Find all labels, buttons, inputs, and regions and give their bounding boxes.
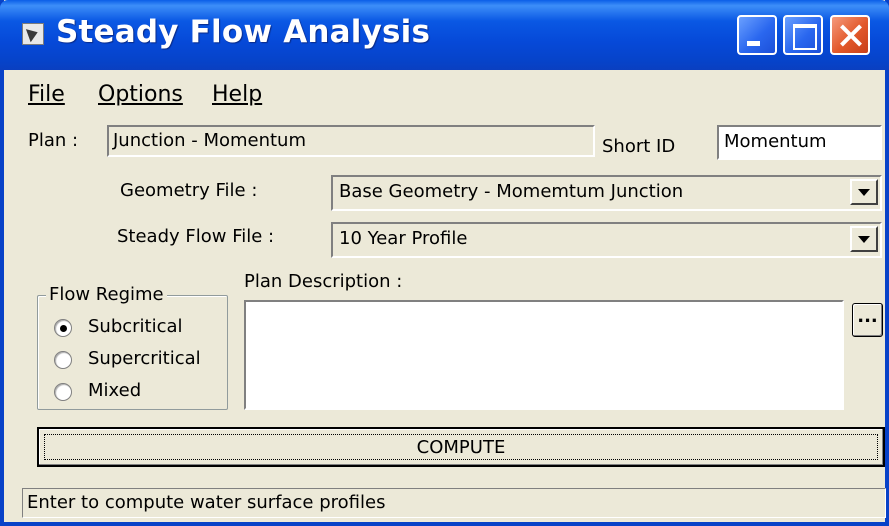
- compute-button-label: COMPUTE: [416, 437, 506, 458]
- menu-help-label: Help: [212, 82, 263, 107]
- geometry-dropdown-arrow-icon[interactable]: [850, 179, 878, 205]
- radio-unchecked-icon[interactable]: [54, 351, 72, 369]
- menu-options-label: Options: [98, 82, 183, 107]
- steady-flow-file-label: Steady Flow File :: [117, 226, 275, 247]
- steady-flow-file-value: 10 Year Profile: [339, 228, 468, 249]
- minimize-button[interactable]: [737, 15, 777, 55]
- menu-help[interactable]: Help: [212, 82, 262, 107]
- window-title: Steady Flow Analysis: [56, 14, 431, 50]
- steady-flow-dropdown-arrow-icon[interactable]: [850, 226, 878, 252]
- maximize-button[interactable]: [783, 15, 823, 55]
- plan-label: Plan :: [28, 130, 79, 151]
- geometry-file-select[interactable]: Base Geometry - Momemtum Junction: [331, 175, 882, 211]
- steady-flow-file-select[interactable]: 10 Year Profile: [331, 222, 882, 258]
- menu-file-label: File: [28, 82, 65, 107]
- app-icon[interactable]: [22, 23, 44, 45]
- radio-mixed-label: Mixed: [88, 380, 142, 401]
- radio-supercritical-label: Supercritical: [88, 348, 201, 369]
- short-id-input[interactable]: Momentum: [717, 125, 882, 160]
- menu-bar: File Options Help: [4, 70, 885, 120]
- plan-description-textarea[interactable]: [244, 300, 844, 410]
- compute-button[interactable]: COMPUTE: [37, 427, 885, 467]
- short-id-label: Short ID: [602, 136, 676, 157]
- status-bar: Enter to compute water surface profiles: [22, 488, 886, 518]
- radio-unchecked-icon[interactable]: [54, 383, 72, 401]
- menu-options[interactable]: Options: [98, 82, 183, 107]
- menu-file[interactable]: File: [28, 82, 65, 107]
- geometry-file-label: Geometry File :: [120, 180, 258, 201]
- geometry-file-value: Base Geometry - Momemtum Junction: [339, 181, 684, 202]
- description-ellipsis-button[interactable]: ...: [852, 303, 883, 337]
- title-bar[interactable]: Steady Flow Analysis: [0, 0, 889, 70]
- flow-regime-group: Flow Regime Subcritical Supercritical Mi…: [37, 284, 228, 410]
- radio-checked-icon[interactable]: [54, 319, 72, 337]
- close-button[interactable]: [830, 15, 870, 55]
- plan-title-field[interactable]: Junction - Momentum: [107, 125, 595, 157]
- steady-flow-window: Steady Flow Analysis File Options Help P…: [0, 0, 889, 526]
- flow-regime-label: Flow Regime: [46, 284, 167, 305]
- plan-description-label: Plan Description :: [244, 271, 403, 292]
- status-text: Enter to compute water surface profiles: [27, 492, 386, 513]
- radio-subcritical-label: Subcritical: [88, 316, 183, 337]
